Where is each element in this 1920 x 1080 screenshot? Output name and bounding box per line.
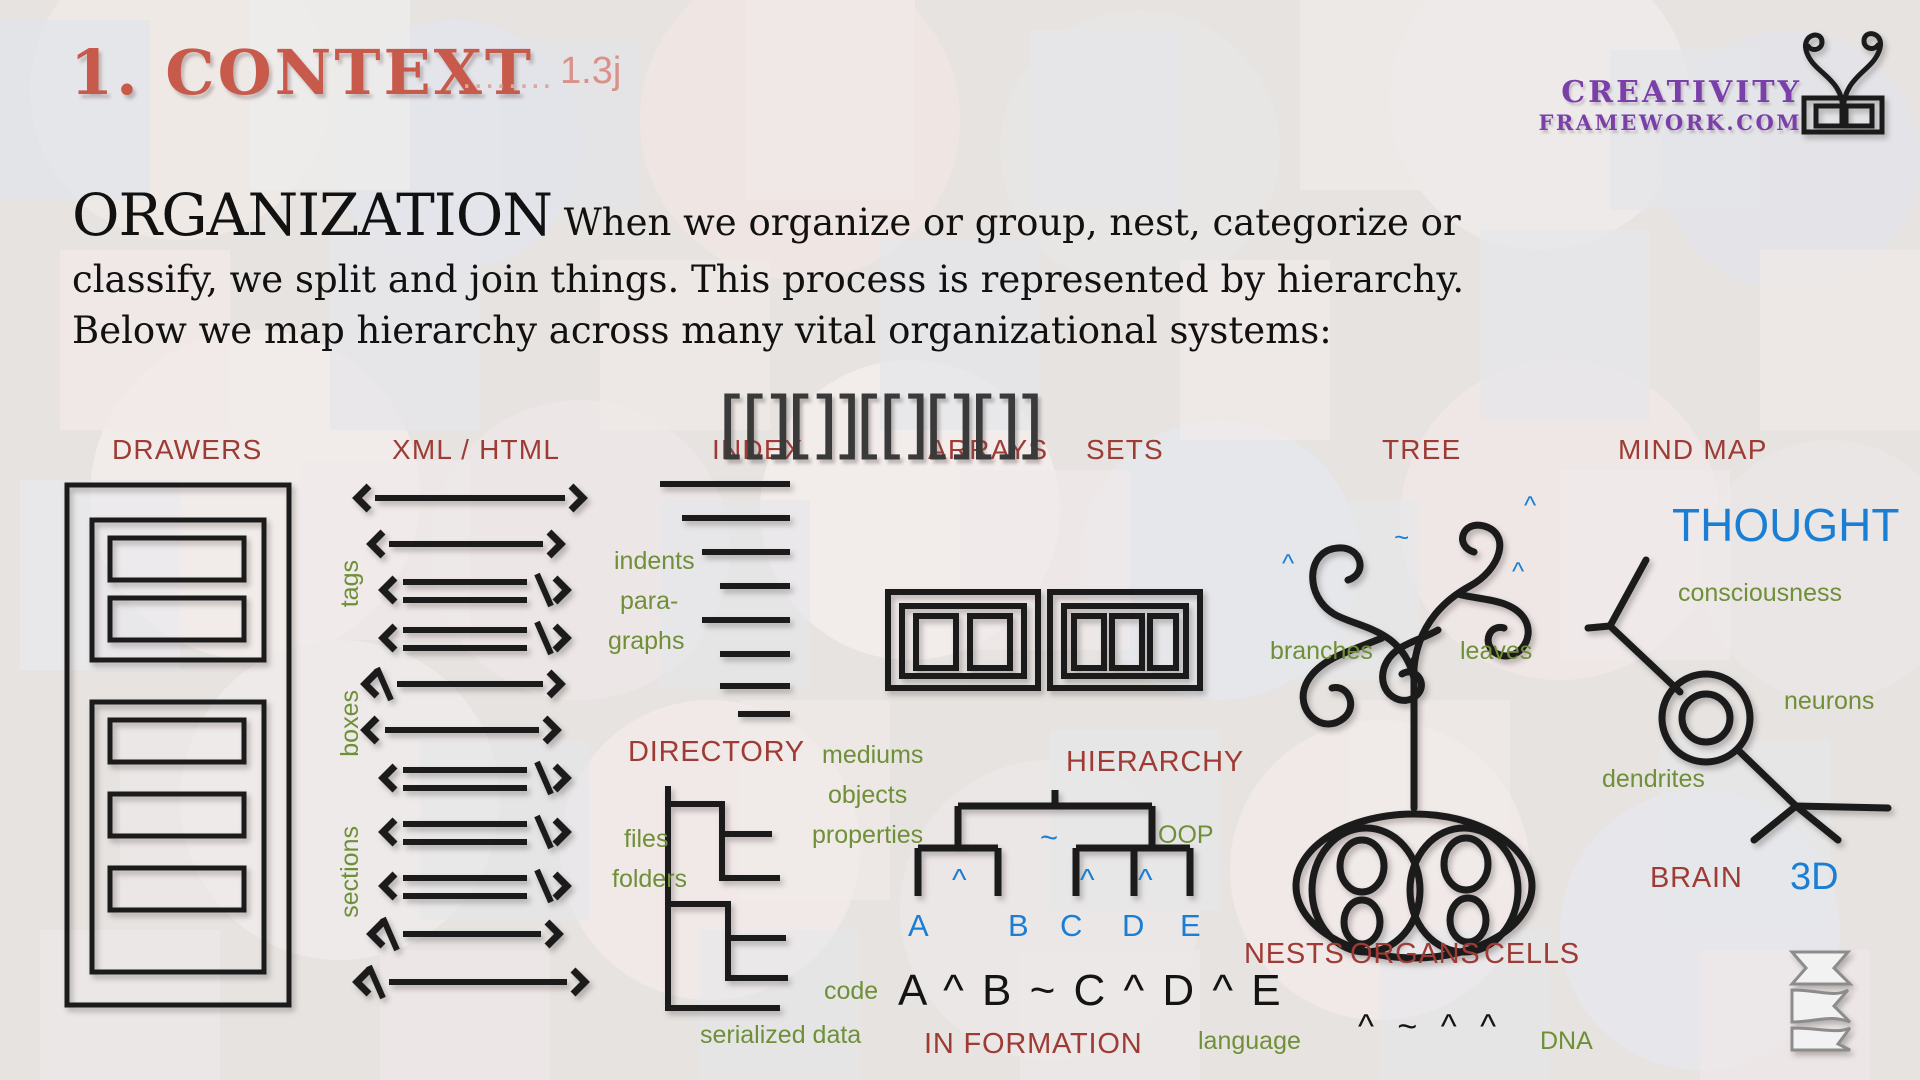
directory-label: DIRECTORY [628,736,805,768]
drawers-cabinet-diagram [64,482,292,1008]
brand-logo[interactable]: CREATIVITY FRAMEWORK.COM [1538,75,1802,136]
hierarchy-leaf-e: E [1180,908,1201,943]
hierarchy-label: HIERARCHY [1066,746,1244,778]
language-label: language [1198,1027,1301,1055]
hierarchy-leaf-b: B [1008,908,1029,943]
arrays-annotation-objects: objects [828,781,908,809]
tree-label-leaves: leaves [1460,637,1533,665]
mindmap-thought-label: THOUGHT [1672,499,1900,551]
xml-tag-rows-diagram [352,483,590,1000]
dna-sequence: ^ ~ ^ ^ [1358,1008,1504,1046]
hierarchy-leaf-a: A [908,908,929,943]
headline-keyword: ORGANIZATION [72,181,553,249]
tree-bottom-label-cells: CELLS [1484,938,1580,970]
hierarchy-operator-1: ^ [952,862,967,897]
directory-label-files: files [624,825,669,853]
hierarchy-leaf-c: C [1060,908,1083,943]
headline-block: ORGANIZATION When we organize or group, … [72,176,1492,357]
dm-monogram-icon [1788,950,1854,1052]
mindmap-label-neurons: neurons [1784,687,1875,715]
column-header-tree: TREE [1382,434,1462,465]
directory-label-serialized: serialized data [700,1021,862,1049]
hierarchy-leaf-d: D [1122,908,1145,943]
mindmap-label-dendrites: dendrites [1602,765,1705,793]
tree-branches-diagram [1292,521,1536,962]
three-d-label: 3D [1790,856,1839,898]
version-label: 1.3j [560,50,622,92]
brain-label: BRAIN [1650,862,1743,894]
tree-bottom-label-nests: NESTS [1244,938,1345,970]
directory-tree-diagram [665,786,788,1011]
framed-box-with-antennae-icon [1801,31,1885,135]
directory-label-code: code [824,977,879,1005]
hierarchy-operator-3: ^ [1138,862,1153,897]
mindmap-label-consciousness: consciousness [1678,579,1842,607]
title-dots: ........ [462,58,554,96]
tree-operator-3: ^ [1524,490,1537,520]
tree-bottom-label-organs: ORGANS [1350,938,1481,970]
column-header-drawers: DRAWERS [112,434,263,465]
in-formation-label: IN FORMATION [924,1028,1143,1060]
column-header-sets: SETS [1086,434,1164,465]
infographic-canvas: 1. CONTEXT ........ 1.3j CREATIVITY FRAM… [0,0,1920,1080]
tree-operator-4: ^ [1512,556,1525,586]
tree-operator-2: ~ [1394,522,1410,552]
arrays-annotation-mediums: mediums [822,741,924,769]
hierarchy-operator-root: ~ [1040,820,1059,855]
sets-nested-boxes-diagram [885,589,1203,691]
logo-line-2: FRAMEWORK.COM [1538,110,1802,135]
tree-operator-1: ^ [1282,548,1295,578]
oop-label: OOP [1158,821,1214,849]
column-header-mindmap: MIND MAP [1618,434,1768,465]
column-header-xml: XML / HTML [392,434,561,465]
directory-label-folders: folders [612,865,688,893]
hierarchy-formula: A ^ B ~ C ^ D ^ E [898,966,1284,1015]
dna-label: DNA [1540,1027,1593,1055]
logo-line-1: CREATIVITY [1561,75,1802,110]
hierarchy-operator-2: ^ [1080,862,1095,897]
index-rules-diagram [660,481,790,717]
arrays-bracket-notation: [[][]][[][][]] [718,382,1044,468]
tree-label-branches: branches [1270,637,1373,665]
